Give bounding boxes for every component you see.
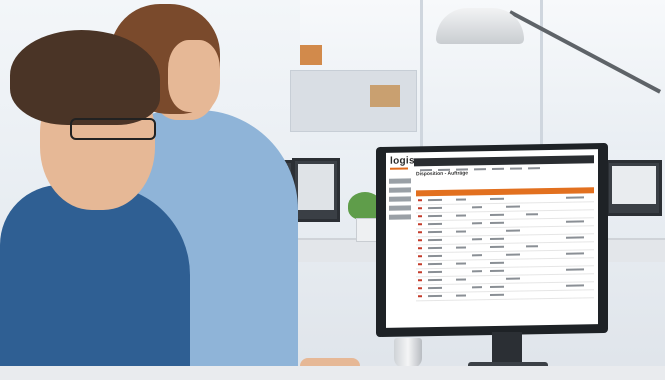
plant-pot	[356, 218, 378, 242]
nav-item[interactable]	[492, 167, 504, 170]
top-navigation[interactable]	[414, 155, 594, 172]
man-shirt	[0, 185, 190, 380]
sidebar-item[interactable]	[389, 214, 411, 220]
shelf-box	[300, 45, 322, 65]
nav-item[interactable]	[474, 168, 486, 171]
background-monitor	[606, 160, 662, 216]
front-desk	[0, 366, 665, 380]
app-logo: logis	[390, 155, 415, 167]
nav-item[interactable]	[528, 167, 540, 170]
man-hair	[10, 30, 160, 125]
desk-lamp-head	[436, 8, 524, 44]
woman-face	[168, 40, 220, 112]
office-scene: logis Disposition - Aufträge	[0, 0, 665, 380]
shelf-box	[370, 85, 400, 107]
window-mullion	[540, 0, 543, 150]
coffee-cup	[394, 338, 422, 368]
monitor-screen: logis Disposition - Aufträge	[386, 149, 598, 328]
table-row[interactable]	[416, 290, 594, 302]
sidebar-item[interactable]	[389, 205, 411, 211]
sidebar-item[interactable]	[389, 187, 411, 193]
orders-table	[416, 187, 594, 302]
sidebar-item[interactable]	[389, 178, 411, 184]
sidebar	[389, 178, 411, 238]
logo-underline	[390, 167, 408, 170]
background-monitor	[292, 158, 340, 222]
window-mullion	[420, 0, 423, 150]
sidebar-item[interactable]	[389, 196, 411, 202]
nav-item[interactable]	[510, 167, 522, 170]
page-title: Disposition - Aufträge	[416, 170, 469, 178]
glasses-icon	[70, 118, 156, 140]
